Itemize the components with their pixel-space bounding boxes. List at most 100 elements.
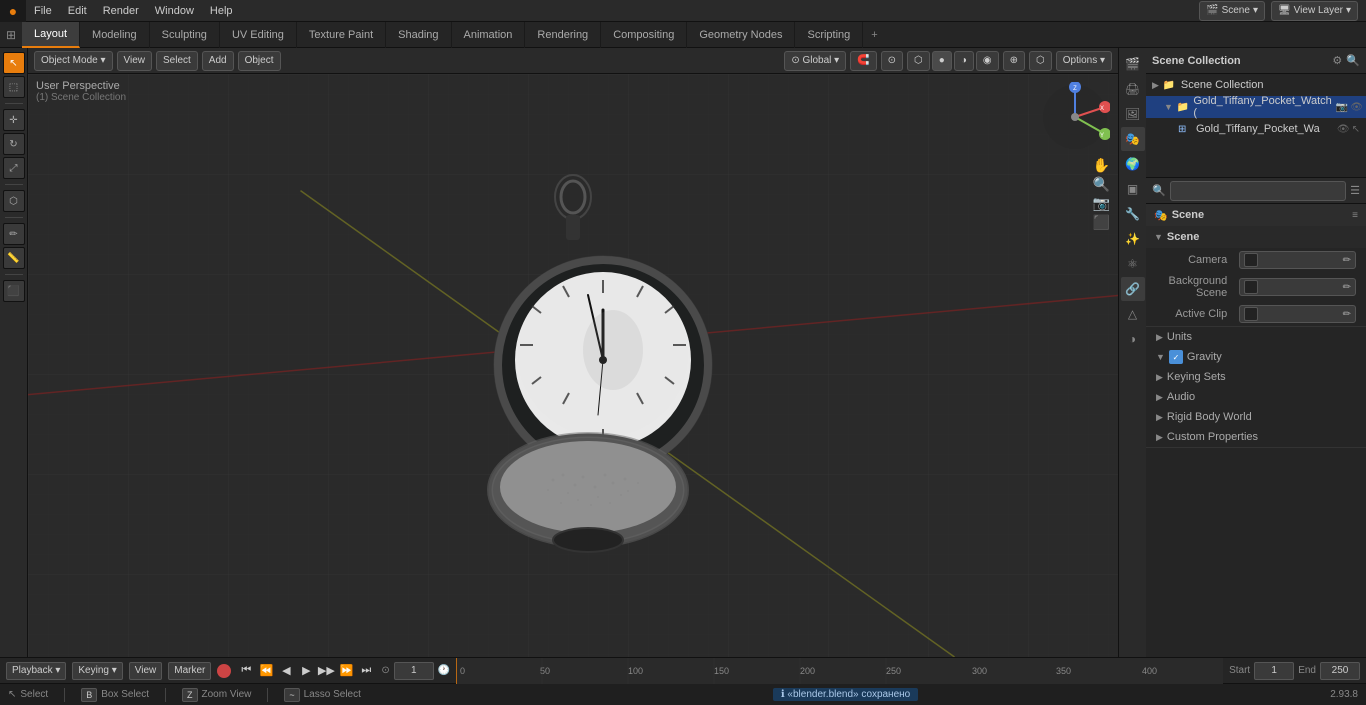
tab-sculpting[interactable]: Sculpting xyxy=(150,22,220,48)
expand-icon[interactable]: ▶ xyxy=(1152,80,1159,91)
material-properties-icon[interactable]: ◑ xyxy=(1121,327,1145,351)
add-menu[interactable]: Add xyxy=(202,51,234,71)
prev-keyframe-button[interactable]: ⏪ xyxy=(257,662,275,680)
keying-dropdown[interactable]: Keying ▾ xyxy=(72,662,122,680)
menu-window[interactable]: Window xyxy=(147,0,202,22)
tab-uv-editing[interactable]: UV Editing xyxy=(220,22,297,48)
audio-header[interactable]: ▶ Audio xyxy=(1146,387,1366,407)
menu-help[interactable]: Help xyxy=(202,0,241,22)
viewport-canvas[interactable]: User Perspective (1) Scene Collection xyxy=(28,74,1118,657)
data-properties-icon[interactable]: △ xyxy=(1121,302,1145,326)
viewport-shading-material[interactable]: ◑ xyxy=(954,51,974,71)
overlay-toggle[interactable]: ⊕ xyxy=(1003,51,1025,71)
rigid-body-header[interactable]: ▶ Rigid Body World xyxy=(1146,407,1366,427)
properties-search[interactable] xyxy=(1170,181,1346,201)
constraints-properties-icon[interactable]: 🔗 xyxy=(1121,277,1145,301)
camera-value[interactable]: ✏ xyxy=(1239,251,1356,269)
scene-subsection-header[interactable]: ▼ Scene xyxy=(1146,226,1366,248)
timeline-ruler[interactable]: 0 50 100 150 200 250 300 350 400 450 500 xyxy=(456,658,1223,684)
viewport-3d[interactable]: Object Mode ▾ View Select Add Object ⊙ G… xyxy=(28,48,1118,657)
measure-tool[interactable]: 📏 xyxy=(3,247,25,269)
filter-btn[interactable]: ☰ xyxy=(1350,184,1360,197)
gravity-header[interactable]: ▼ ✓ Gravity xyxy=(1146,347,1366,367)
object-properties-icon[interactable]: ▣ xyxy=(1121,177,1145,201)
move-tool[interactable]: ✛ xyxy=(3,109,25,131)
outliner-scene-collection[interactable]: ▶ 📁 Scene Collection xyxy=(1146,74,1366,96)
transform-pivot[interactable]: ⊙ Global ▾ xyxy=(784,51,846,71)
background-scene-value[interactable]: ✏ xyxy=(1239,278,1356,296)
gravity-checkbox[interactable]: ✓ xyxy=(1169,350,1183,364)
scene-selector[interactable]: 🎬Scene▾ xyxy=(1199,1,1265,21)
tab-texture-paint[interactable]: Texture Paint xyxy=(297,22,386,48)
filter-icon[interactable]: ⚙ xyxy=(1332,54,1342,67)
expand-icon-2[interactable]: ▼ xyxy=(1164,102,1173,112)
tab-modeling[interactable]: Modeling xyxy=(80,22,150,48)
hide-icon[interactable]: 👁 xyxy=(1350,102,1363,113)
marker-btn[interactable]: Marker xyxy=(168,662,211,680)
menu-render[interactable]: Render xyxy=(95,0,147,22)
viewport-shading-wire[interactable]: ⬡ xyxy=(907,51,930,71)
object-menu[interactable]: Object xyxy=(238,51,281,71)
hide-icon-2[interactable]: 👁 xyxy=(1337,124,1350,135)
outliner-item-watch-mesh[interactable]: ⊞ Gold_Tiffany_Pocket_Wa 👁 ↖ xyxy=(1146,118,1366,140)
keying-sets-header[interactable]: ▶ Keying Sets xyxy=(1146,367,1366,387)
jump-end-button[interactable]: ⏭ xyxy=(357,662,375,680)
tab-layout[interactable]: Layout xyxy=(22,22,80,48)
tab-rendering[interactable]: Rendering xyxy=(525,22,601,48)
select-tool[interactable]: ↖ xyxy=(3,52,25,74)
add-workspace-button[interactable]: + xyxy=(863,26,885,44)
scene-properties-icon[interactable]: 🎭 xyxy=(1121,127,1145,151)
box-select-tool[interactable]: ⬚ xyxy=(3,76,25,98)
output-properties-icon[interactable]: 🖨 xyxy=(1121,77,1145,101)
particles-properties-icon[interactable]: ✨ xyxy=(1121,227,1145,251)
world-properties-icon[interactable]: 🌍 xyxy=(1121,152,1145,176)
workspace-icon[interactable]: ⊞ xyxy=(0,28,22,42)
scale-tool[interactable]: ⤢ xyxy=(3,157,25,179)
proportional-edit[interactable]: ⊙ xyxy=(881,51,903,71)
current-frame-input[interactable] xyxy=(394,662,434,680)
camera-edit-icon[interactable]: ✏ xyxy=(1343,255,1351,266)
play-button[interactable]: ▶ xyxy=(297,662,315,680)
xray-toggle[interactable]: ⬡ xyxy=(1029,51,1052,71)
tab-animation[interactable]: Animation xyxy=(452,22,526,48)
render-properties-icon[interactable]: 🎬 xyxy=(1121,52,1145,76)
add-cube-tool[interactable]: ⬛ xyxy=(3,280,25,302)
playback-dropdown[interactable]: Playback ▾ xyxy=(6,662,66,680)
search-icon[interactable]: 🔍 xyxy=(1346,54,1360,67)
jump-forward-button[interactable]: ▶▶ xyxy=(317,662,335,680)
menu-file[interactable]: File xyxy=(26,0,60,22)
select-icon-2[interactable]: ↖ xyxy=(1352,124,1360,135)
modifier-properties-icon[interactable]: 🔧 xyxy=(1121,202,1145,226)
outliner-item-watch-collection[interactable]: ▼ 📁 Gold_Tiffany_Pocket_Watch ( 📷 👁 ↖ xyxy=(1146,96,1366,118)
options-dropdown[interactable]: Options ▾ xyxy=(1056,51,1112,71)
jump-back-button[interactable]: ◀ xyxy=(277,662,295,680)
physics-properties-icon[interactable]: ⚛ xyxy=(1121,252,1145,276)
tab-geometry-nodes[interactable]: Geometry Nodes xyxy=(687,22,795,48)
viewport-shading-rendered[interactable]: ◉ xyxy=(976,51,999,71)
view-menu[interactable]: View xyxy=(117,51,153,71)
snap-toggle[interactable]: 🧲 xyxy=(850,51,876,71)
clip-edit-icon[interactable]: ✏ xyxy=(1343,309,1351,320)
units-header[interactable]: ▶ Units xyxy=(1146,327,1366,347)
object-mode-dropdown[interactable]: Object Mode ▾ xyxy=(34,51,113,71)
menu-edit[interactable]: Edit xyxy=(60,0,95,22)
tab-shading[interactable]: Shading xyxy=(386,22,451,48)
active-clip-value[interactable]: ✏ xyxy=(1239,305,1356,323)
record-button[interactable] xyxy=(217,664,231,678)
annotate-tool[interactable]: ✏ xyxy=(3,223,25,245)
rotate-tool[interactable]: ↻ xyxy=(3,133,25,155)
tab-scripting[interactable]: Scripting xyxy=(795,22,863,48)
select-menu[interactable]: Select xyxy=(156,51,198,71)
scene-collapse-icon[interactable]: ≡ xyxy=(1352,210,1358,221)
bg-scene-edit-icon[interactable]: ✏ xyxy=(1343,282,1351,293)
start-frame-input[interactable] xyxy=(1254,662,1294,680)
jump-start-button[interactable]: ⏮ xyxy=(237,662,255,680)
camera-icon[interactable]: 📷 xyxy=(1336,102,1348,113)
view-btn[interactable]: View xyxy=(129,662,163,680)
view-layer-properties-icon[interactable]: 🖼 xyxy=(1121,102,1145,126)
scene-section-header[interactable]: 🎭 Scene ≡ xyxy=(1146,204,1366,226)
view-layer-selector[interactable]: 🖥View Layer▾ xyxy=(1271,1,1358,21)
custom-props-header[interactable]: ▶ Custom Properties xyxy=(1146,427,1366,447)
viewport-shading-solid[interactable]: ● xyxy=(932,51,952,71)
tab-compositing[interactable]: Compositing xyxy=(601,22,687,48)
